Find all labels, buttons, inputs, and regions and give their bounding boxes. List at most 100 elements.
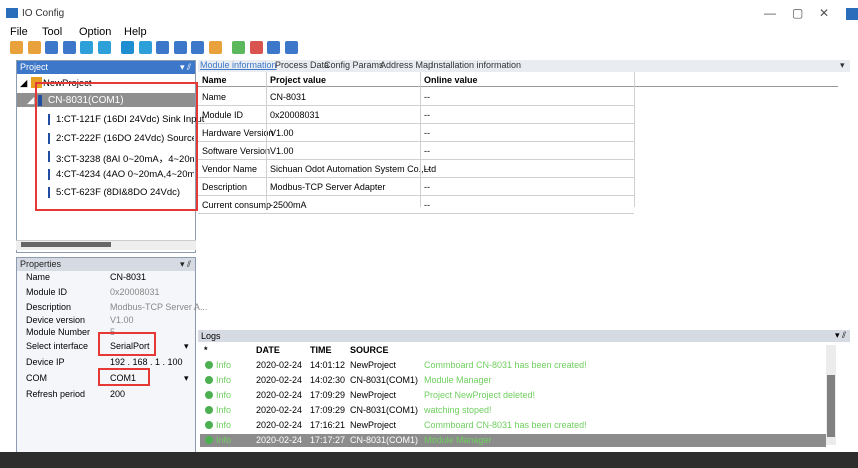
toolbar-button-icon[interactable] <box>284 41 298 54</box>
log-source: CN-8031(COM1) <box>350 405 419 415</box>
tree-collapse-icon[interactable]: ◢ <box>27 95 34 106</box>
info-status-icon <box>205 436 213 444</box>
toolbar-button-icon[interactable] <box>121 41 134 54</box>
log-source: NewProject <box>350 360 397 370</box>
toolbar-button-icon[interactable] <box>62 41 76 54</box>
grid-cell[interactable]: -- <box>424 110 430 120</box>
grid-column-divider <box>420 72 421 207</box>
log-column-header: DATE <box>256 345 280 355</box>
annotation-box-device-tree <box>35 82 198 211</box>
toolbar-button-icon[interactable] <box>232 41 245 54</box>
toolbar-button-icon[interactable] <box>208 41 222 54</box>
log-message: watching stoped! <box>424 405 492 415</box>
window-title: IO Config <box>22 8 65 19</box>
toolbar-button-icon[interactable] <box>267 41 280 54</box>
annotation-box-interface <box>98 332 156 356</box>
toolbar-button-icon[interactable] <box>173 41 187 54</box>
property-value[interactable]: CN-8031 <box>110 272 146 282</box>
log-time: 17:09:29 <box>310 405 346 415</box>
menu-tool[interactable]: Tool <box>42 26 62 38</box>
grid-cell[interactable]: -- <box>424 182 430 192</box>
toolbar-button-icon[interactable] <box>97 41 111 54</box>
project-hscroll-thumb[interactable] <box>21 242 111 247</box>
toolbar-button-icon[interactable] <box>45 41 58 54</box>
info-status-icon <box>205 406 213 414</box>
log-date: 2020-02-24 <box>256 420 303 430</box>
log-level: Info <box>216 420 232 430</box>
grid-cell[interactable]: Sichuan Odot Automation System Co.,Ltd <box>270 164 436 174</box>
property-value: V1.00 <box>110 315 134 325</box>
toolbar-button-icon[interactable] <box>156 41 169 54</box>
minimize-button[interactable]: — <box>764 6 776 20</box>
dropdown-icon[interactable]: ▾ <box>184 373 189 384</box>
property-label: Device version <box>26 315 86 325</box>
grid-cell: Current consump <box>202 200 272 210</box>
tree-collapse-icon[interactable]: ◢ <box>20 78 27 89</box>
grid-row-divider <box>198 123 634 124</box>
toolbar-button-icon[interactable] <box>10 41 23 54</box>
logs-panel-header: Logs ▾ ⫽ <box>198 330 850 342</box>
panel-pin-icon[interactable]: ▾ ⫽ <box>180 61 191 74</box>
logs-vscroll-thumb[interactable] <box>827 375 835 437</box>
grid-cell: Vendor Name <box>202 164 258 174</box>
menu-file[interactable]: File <box>10 26 28 38</box>
property-label: Select interface <box>26 341 89 351</box>
log-level: Info <box>216 390 232 400</box>
panel-pin-icon[interactable]: ▾ ⫽ <box>835 330 846 341</box>
log-time: 17:09:29 <box>310 390 346 400</box>
grid-cell: Software Version <box>202 146 271 156</box>
grid-column-header: Online value <box>424 75 478 85</box>
grid-cell[interactable]: -- <box>424 200 430 210</box>
maximize-button[interactable]: ▢ <box>792 6 803 20</box>
tabs-dropdown-icon[interactable]: ▾ <box>840 60 845 71</box>
grid-cell[interactable]: -- <box>424 146 430 156</box>
close-button[interactable]: ✕ <box>819 6 829 20</box>
info-status-icon <box>205 391 213 399</box>
log-message: Commboard CN-8031 has been created! <box>424 360 587 370</box>
tab-address-map[interactable]: Address Map <box>380 60 433 70</box>
toolbar-button-icon[interactable] <box>27 41 41 54</box>
grid-column-header: Project value <box>270 75 327 85</box>
grid-cell[interactable]: -2500mA <box>270 200 307 210</box>
grid-column-divider <box>634 72 635 207</box>
panel-pin-icon[interactable]: ▾ ⫽ <box>180 258 191 271</box>
property-value[interactable]: 192 . 168 . 1 . 100 <box>110 357 183 367</box>
toolbar-button-icon[interactable] <box>249 41 263 54</box>
log-source: NewProject <box>350 390 397 400</box>
grid-cell[interactable]: 0x20008031 <box>270 110 320 120</box>
tab-config-params[interactable]: Config Params <box>324 60 384 70</box>
toolbar-button-icon[interactable] <box>191 41 204 54</box>
grid-cell: Name <box>202 92 227 102</box>
grid-row-divider <box>198 177 634 178</box>
toolbar-button-icon[interactable] <box>80 41 93 54</box>
property-label: Name <box>26 272 51 282</box>
property-label: COM <box>26 373 47 383</box>
menu-help[interactable]: Help <box>124 26 147 38</box>
log-time: 17:16:21 <box>310 420 346 430</box>
grid-cell[interactable]: V1.00 <box>270 128 294 138</box>
property-value[interactable]: 200 <box>110 389 125 399</box>
tab-process-data[interactable]: Process Data <box>275 60 329 70</box>
log-time: 14:01:12 <box>310 360 346 370</box>
info-status-icon <box>205 421 213 429</box>
grid-cell[interactable]: Modbus-TCP Server Adapter <box>270 182 385 192</box>
tab-module-information[interactable]: Module information <box>200 60 277 70</box>
grid-cell[interactable]: -- <box>424 164 430 174</box>
grid-cell[interactable]: V1.00 <box>270 146 294 156</box>
log-source: CN-8031(COM1) <box>350 375 419 385</box>
tab-installation-information[interactable]: Installation information <box>431 60 521 70</box>
properties-panel-header: Properties ▾ ⫽ <box>17 258 195 271</box>
log-column-header: * <box>204 345 208 355</box>
grid-cell[interactable]: -- <box>424 92 430 102</box>
properties-panel-title: Properties <box>20 259 62 269</box>
grid-column-divider <box>266 72 267 207</box>
logs-panel-title: Logs <box>201 331 221 341</box>
dropdown-icon[interactable]: ▾ <box>184 341 189 352</box>
toolbar-button-icon[interactable] <box>138 41 152 54</box>
grid-cell[interactable]: -- <box>424 128 430 138</box>
grid-cell[interactable]: CN-8031 <box>270 92 306 102</box>
menu-option[interactable]: Option <box>79 26 111 38</box>
annotation-box-com <box>98 368 150 386</box>
property-label: Refresh period <box>26 389 86 399</box>
grid-cell: Module ID <box>202 110 244 120</box>
